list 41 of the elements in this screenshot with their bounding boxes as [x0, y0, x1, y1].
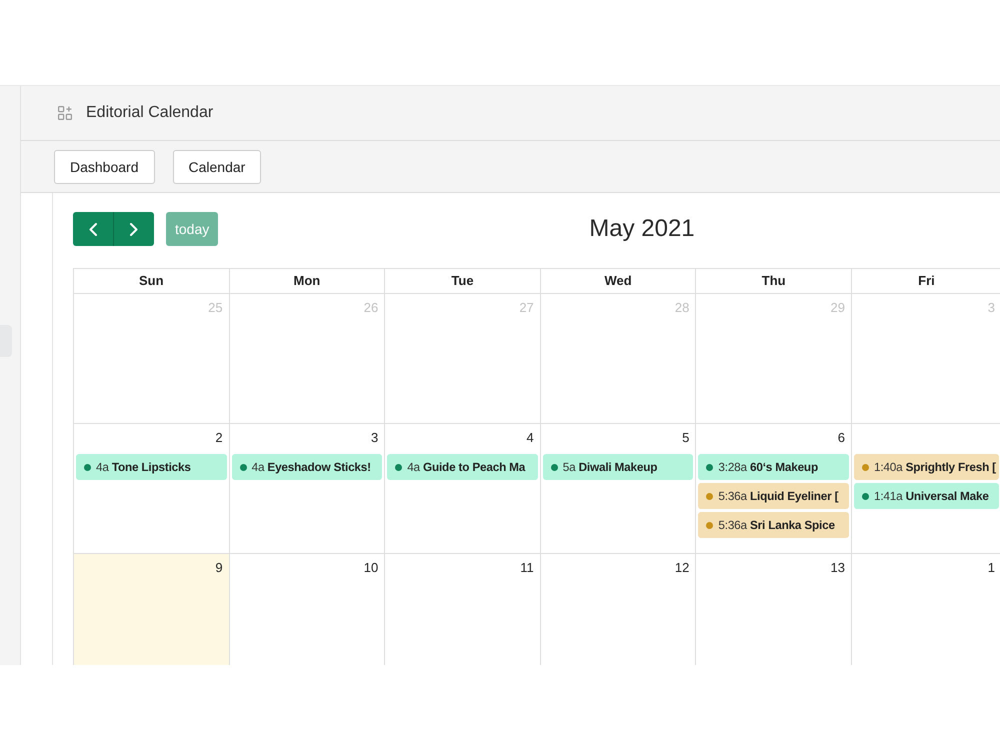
weekday-header: Thu: [696, 269, 852, 294]
weekday-header: Fri: [852, 269, 1000, 294]
weekday-header: Wed: [540, 269, 696, 294]
day-number: 4: [526, 430, 534, 446]
page-title: Editorial Calendar: [86, 104, 214, 122]
day-number: 3: [370, 430, 378, 446]
day-number: 26: [364, 300, 378, 316]
calendar-event[interactable]: 3:28a 60‘s Makeup: [698, 454, 849, 480]
calendar-event[interactable]: 1:40a Sprightly Fresh [: [854, 454, 999, 480]
weekday-header: Mon: [230, 269, 386, 294]
day-number: 3: [988, 300, 995, 316]
calendar-event[interactable]: 1:41a Universal Make: [854, 483, 999, 509]
calendar-event[interactable]: 5:36a Liquid Eyeliner [: [698, 483, 849, 509]
previous-button[interactable]: [73, 212, 113, 246]
day-number: 5: [682, 430, 690, 446]
day-number: 1: [988, 560, 995, 576]
calendar-event[interactable]: 4a Tone Lipsticks: [76, 454, 227, 480]
nav-button[interactable]: Calendar: [172, 150, 262, 184]
day-number: 28: [674, 300, 690, 316]
day-number: 29: [830, 300, 845, 316]
calendar-event[interactable]: 4a Guide to Peach Ma: [387, 454, 538, 480]
calendar-event[interactable]: 5a Diwali Makeup: [542, 454, 694, 480]
day-number: 9: [215, 560, 223, 576]
day-number: 27: [519, 300, 534, 316]
next-button[interactable]: [113, 212, 154, 246]
day-number: 12: [674, 560, 690, 576]
weekday-header: Sun: [74, 269, 230, 294]
day-number: 11: [520, 560, 534, 576]
chevron-left-icon: [89, 222, 97, 236]
month-title: May 2021: [589, 215, 695, 243]
calendar-event[interactable]: 5:36a Sri Lanka Spice: [698, 512, 849, 538]
weekday-header: Tue: [385, 269, 541, 294]
nav-button[interactable]: Dashboard: [54, 150, 154, 184]
day-number: 10: [364, 560, 378, 576]
day-number: 2: [215, 430, 223, 446]
day-number: 25: [208, 300, 223, 316]
grid-plus-icon: [58, 106, 72, 120]
day-number: 13: [830, 560, 845, 576]
calendar-event[interactable]: 4a Eyeshadow Sticks!: [232, 454, 382, 480]
chevron-right-icon: [130, 222, 138, 236]
day-number: 6: [838, 430, 845, 446]
